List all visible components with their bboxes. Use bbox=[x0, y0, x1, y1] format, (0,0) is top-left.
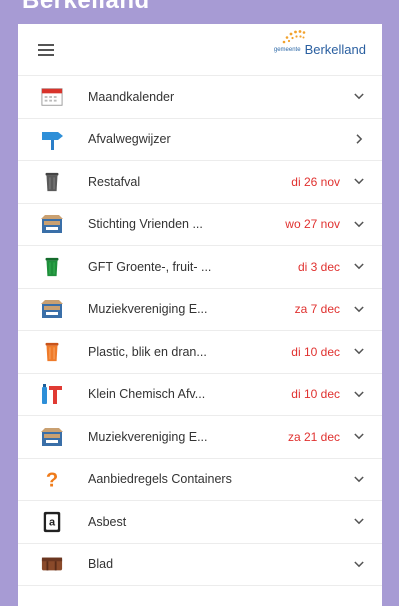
list-item[interactable]: Afvalwegwijzer bbox=[18, 119, 382, 161]
list-item[interactable]: GFT Groente-, fruit- ... di 3 dec bbox=[18, 246, 382, 289]
app-screen: gemeente Berkelland Maandkalender Afvalwe… bbox=[18, 24, 382, 606]
list-item-label: Stichting Vrienden ... bbox=[88, 217, 203, 232]
paper-box-icon bbox=[40, 425, 64, 449]
list-item-label: Muziekvereniging E... bbox=[88, 302, 208, 317]
chevron-down-icon[interactable] bbox=[352, 518, 366, 525]
list-item[interactable]: ? Aanbiedregels Containers bbox=[18, 459, 382, 501]
list-item-label: Plastic, blik en dran... bbox=[88, 344, 207, 359]
list-item[interactable]: Plastic, blik en dran... di 10 dec bbox=[18, 331, 382, 374]
collection-date: di 10 dec bbox=[291, 387, 340, 402]
chevron-down-icon[interactable] bbox=[352, 476, 366, 483]
chevron-down-icon[interactable] bbox=[352, 306, 366, 313]
logo-name: Berkelland bbox=[304, 42, 366, 57]
collection-date: di 3 dec bbox=[297, 259, 340, 274]
list-item[interactable]: Stichting Vrienden ... wo 27 nov bbox=[18, 204, 382, 246]
orange-bin-icon bbox=[40, 340, 64, 364]
list-item-label: Klein Chemisch Afv... bbox=[88, 387, 206, 402]
asbestos-icon: a bbox=[40, 510, 64, 534]
svg-text:a: a bbox=[49, 516, 56, 528]
collection-date: za 7 dec bbox=[294, 302, 340, 317]
svg-text:?: ? bbox=[46, 470, 58, 492]
collection-date: di 26 nov bbox=[291, 174, 340, 189]
list-item[interactable]: Klein Chemisch Afv... di 10 dec bbox=[18, 374, 382, 416]
chevron-down-icon[interactable] bbox=[352, 178, 366, 185]
question-icon: ? bbox=[40, 467, 64, 492]
list-item[interactable]: Muziekvereniging E... za 7 dec bbox=[18, 289, 382, 331]
paper-box-icon bbox=[40, 212, 64, 236]
list-item[interactable]: Restafval di 26 nov bbox=[18, 161, 382, 204]
signpost-icon bbox=[40, 127, 64, 151]
collection-date: wo 27 nov bbox=[285, 217, 340, 232]
collection-date: di 10 dec bbox=[291, 344, 340, 359]
grey-bin-icon bbox=[40, 170, 64, 194]
collection-date: za 21 dec bbox=[287, 429, 340, 444]
chevron-down-icon[interactable] bbox=[352, 263, 366, 270]
logo-prefix: gemeente bbox=[273, 47, 301, 53]
waste-list: Maandkalender Afvalwegwijzer Restafval di 2… bbox=[18, 76, 382, 586]
list-item-label: Asbest bbox=[88, 514, 127, 529]
list-item-label: Blad bbox=[88, 557, 114, 572]
list-item-label: GFT Groente-, fruit- ... bbox=[88, 259, 212, 274]
chevron-down-icon[interactable] bbox=[352, 93, 366, 100]
page-heading-text: Berkelland bbox=[22, 0, 150, 14]
list-item-label: Aanbiedregels Containers bbox=[88, 472, 232, 487]
page-heading: Berkelland bbox=[0, 0, 399, 24]
list-item-label: Afvalwegwijzer bbox=[88, 132, 171, 147]
municipality-logo: gemeente Berkelland bbox=[273, 30, 366, 57]
list-item[interactable]: Maandkalender bbox=[18, 76, 382, 119]
chevron-down-icon[interactable] bbox=[352, 221, 366, 228]
chemical-icon bbox=[40, 382, 64, 406]
chevron-right-icon[interactable] bbox=[352, 134, 366, 144]
chevron-down-icon[interactable] bbox=[352, 348, 366, 355]
menu-icon[interactable] bbox=[38, 43, 54, 56]
leaves-icon bbox=[40, 552, 64, 576]
list-item-label: Restafval bbox=[88, 174, 141, 189]
list-item[interactable]: Blad bbox=[18, 544, 382, 586]
sun-logo-icon bbox=[282, 30, 306, 44]
list-item-label: Muziekvereniging E... bbox=[88, 429, 208, 444]
green-bin-icon bbox=[40, 255, 64, 279]
list-item[interactable]: a Asbest bbox=[18, 501, 382, 544]
list-item[interactable]: Muziekvereniging E... za 21 dec bbox=[18, 416, 382, 459]
chevron-down-icon[interactable] bbox=[352, 433, 366, 440]
calendar-icon bbox=[40, 85, 64, 109]
paper-box-icon bbox=[40, 297, 64, 321]
chevron-down-icon[interactable] bbox=[352, 391, 366, 398]
app-header: gemeente Berkelland bbox=[18, 24, 382, 76]
chevron-down-icon[interactable] bbox=[352, 561, 366, 568]
list-item-label: Maandkalender bbox=[88, 89, 175, 104]
